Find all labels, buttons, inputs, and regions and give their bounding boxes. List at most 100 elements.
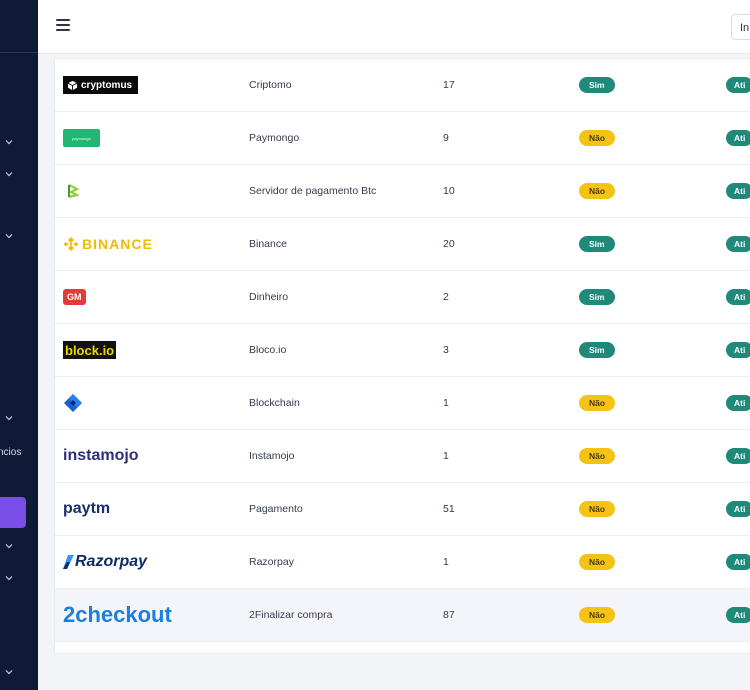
gateway-count: 3 [443, 344, 449, 356]
status-badge: Não [579, 183, 616, 199]
razorpay-mark-icon [63, 555, 74, 569]
logo-text: cryptomus [81, 79, 133, 91]
top-bar: In [38, 0, 750, 54]
2checkout-logo: 2checkout [63, 602, 172, 627]
top-right-input[interactable]: In [731, 14, 750, 40]
status-badge: Sim [579, 77, 615, 93]
gateway-logo: paytm [63, 483, 110, 535]
gateway-count: 51 [443, 503, 455, 515]
gateway-name: Paymongo [249, 132, 300, 144]
status-badge: Não [579, 448, 616, 464]
chevron-down-icon[interactable] [4, 169, 14, 179]
chevron-down-icon[interactable] [4, 573, 14, 583]
chevron-down-icon[interactable] [4, 541, 14, 551]
status-cell: Ati [726, 271, 750, 323]
chevron-down-icon[interactable] [4, 231, 14, 241]
active-badge[interactable]: Ati [726, 289, 750, 305]
active-badge[interactable]: Ati [726, 554, 750, 570]
status-badge: Sim [579, 342, 615, 358]
badge-cell: Sim [579, 271, 615, 323]
gateway-logo: paymongo [63, 112, 100, 164]
sidebar-item-label[interactable]: ncios [0, 447, 21, 458]
binance-diamond-icon [63, 237, 79, 251]
gateway-count: 9 [443, 132, 449, 144]
active-badge[interactable]: Ati [726, 607, 750, 623]
active-badge[interactable]: Ati [726, 501, 750, 517]
chevron-down-icon[interactable] [4, 667, 14, 677]
table-row: Blockchain 1 Não Ati [55, 377, 750, 430]
table-row: BINANCE Binance 20 Sim Ati [55, 218, 750, 271]
status-badge: Sim [579, 236, 615, 252]
gateway-logo: BINANCE [63, 218, 153, 270]
status-cell: Ati [726, 483, 750, 535]
status-cell: Ati [726, 112, 750, 164]
badge-cell: Sim [579, 218, 615, 270]
gateway-count: 1 [443, 397, 449, 409]
active-badge[interactable]: Ati [726, 183, 750, 199]
gateway-count: 1 [443, 450, 449, 462]
status-cell: Ati [726, 59, 750, 111]
active-badge[interactable]: Ati [726, 130, 750, 146]
hamburger-menu-icon[interactable] [56, 19, 70, 33]
badge-cell: Não [579, 430, 616, 482]
active-badge[interactable]: Ati [726, 448, 750, 464]
blockio-logo: block.io [63, 341, 117, 359]
table-row: Servidor de pagamento Btc 10 Não Ati [55, 165, 750, 218]
gateway-name: Servidor de pagamento Btc [249, 185, 377, 197]
chevron-down-icon[interactable] [4, 413, 14, 423]
cube-icon [67, 80, 78, 90]
gateway-logo: 2checkout [63, 589, 172, 641]
table-row: Razorpay Razorpay 1 Não Ati [55, 536, 750, 589]
status-badge: Não [579, 554, 616, 570]
logo-text: Razorpay [75, 553, 148, 570]
gateway-logo: Razorpay [63, 536, 147, 588]
sidebar: ncios [0, 0, 38, 690]
gateway-logo: instamojo [63, 430, 139, 482]
chevron-down-icon[interactable] [4, 137, 14, 147]
badge-cell: Não [579, 112, 616, 164]
table-row: paymongo Paymongo 9 Não Ati [55, 112, 750, 165]
binance-logo: BINANCE [63, 236, 153, 252]
gateway-name: Blockchain [249, 397, 300, 409]
status-cell: Ati [726, 218, 750, 270]
active-badge[interactable]: Ati [726, 77, 750, 93]
gateway-name: Dinheiro [249, 291, 289, 303]
payment-gateways-table: cryptomus Criptomo 17 Sim Ati paymongo P… [54, 58, 750, 654]
status-badge: Não [579, 130, 616, 146]
table-row: paytm Pagamento 51 Não Ati [55, 483, 750, 536]
active-badge[interactable]: Ati [726, 395, 750, 411]
gateway-name: Binance [249, 238, 287, 250]
badge-cell: Sim [579, 324, 615, 376]
status-cell: Ati [726, 165, 750, 217]
instamojo-logo: instamojo [63, 447, 139, 464]
table-row: GM Dinheiro 2 Sim Ati [55, 271, 750, 324]
active-badge[interactable]: Ati [726, 236, 750, 252]
gateway-count: 87 [443, 609, 455, 621]
badge-cell: Não [579, 483, 616, 535]
active-badge[interactable]: Ati [726, 342, 750, 358]
status-badge: Não [579, 395, 616, 411]
gateway-count: 20 [443, 238, 455, 250]
badge-cell: Não [579, 377, 616, 429]
status-cell: Ati [726, 324, 750, 376]
badge-cell: Sim [579, 59, 615, 111]
status-cell: Ati [726, 536, 750, 588]
btcpay-logo-icon [68, 184, 79, 198]
sidebar-divider [0, 52, 38, 53]
gateway-name: Bloco.io [249, 344, 287, 356]
badge-cell: Não [579, 165, 616, 217]
gateway-name: 2Finalizar compra [249, 609, 333, 621]
logo-text: BINANCE [82, 236, 153, 252]
gateway-count: 2 [443, 291, 449, 303]
gateway-logo: GM [63, 271, 86, 323]
badge-cell: Não [579, 589, 616, 641]
blockchain-logo-icon [64, 394, 82, 412]
gateway-count: 1 [443, 556, 449, 568]
status-cell: Ati [726, 377, 750, 429]
logo-text: paymongo [72, 135, 91, 141]
sidebar-active-item[interactable] [0, 497, 26, 528]
table-row: cryptomus Criptomo 17 Sim Ati [55, 59, 750, 112]
table-row: block.io Bloco.io 3 Sim Ati [55, 324, 750, 377]
gateway-name: Razorpay [249, 556, 294, 568]
status-badge: Não [579, 501, 616, 517]
